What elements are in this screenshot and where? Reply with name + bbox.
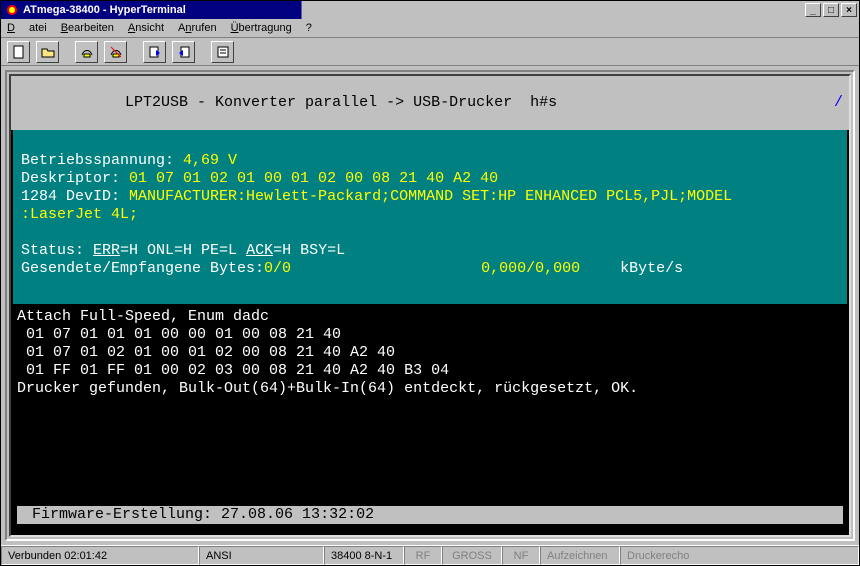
menu-bar: Datei Bearbeiten Ansicht Anrufen Übertra… — [1, 19, 859, 38]
window-title: ATmega-38400 - HyperTerminal — [23, 4, 186, 16]
descriptor-line: Deskriptor: 01 07 01 02 01 00 01 02 00 0… — [21, 170, 839, 188]
menu-anrufen[interactable]: Anrufen — [178, 22, 217, 34]
hex-line-2: 01 07 01 02 01 00 01 02 00 08 21 40 A2 4… — [17, 344, 843, 362]
term-header: LPT2USB - Konverter parallel -> USB-Druc… — [11, 76, 849, 130]
receive-button[interactable] — [172, 41, 195, 63]
status-termtype: ANSI — [199, 546, 324, 565]
terminal[interactable]: LPT2USB - Konverter parallel -> USB-Druc… — [9, 74, 851, 537]
hex-line-1: 01 07 01 01 01 00 00 01 00 08 21 40 — [17, 326, 843, 344]
status-gross: GROSS — [442, 546, 502, 565]
app-window: ATmega-38400 - HyperTerminal _ □ × Datei… — [0, 0, 860, 566]
app-icon — [5, 3, 19, 17]
connect-button[interactable] — [75, 41, 98, 63]
send-button[interactable] — [143, 41, 166, 63]
toolbar — [1, 38, 859, 66]
new-button[interactable] — [7, 41, 30, 63]
status-druckerecho: Druckerecho — [620, 546, 859, 565]
devid-line: 1284 DevID: MANUFACTURER:Hewlett-Packard… — [21, 188, 839, 206]
hex-line-3: 01 FF 01 FF 01 00 02 03 00 08 21 40 A2 4… — [17, 362, 843, 380]
found-line: Drucker gefunden, Bulk-Out(64)+Bulk-In(6… — [17, 380, 843, 398]
status-aufzeichnen: Aufzeichnen — [540, 546, 620, 565]
menu-datei[interactable]: Datei — [7, 22, 47, 34]
status-nf: NF — [502, 546, 540, 565]
voltage-line: Betriebsspannung: 4,69 V — [21, 152, 839, 170]
title-bar[interactable]: ATmega-38400 - HyperTerminal _ □ × — [1, 1, 859, 19]
disconnect-button[interactable] — [104, 41, 127, 63]
minimize-button[interactable]: _ — [805, 3, 821, 17]
menu-help[interactable]: ? — [306, 22, 312, 34]
menu-uebertragung[interactable]: Übertragung — [231, 22, 292, 34]
menu-bearbeiten[interactable]: Bearbeiten — [61, 22, 114, 34]
status-rf: RF — [404, 546, 442, 565]
open-button[interactable] — [36, 41, 59, 63]
properties-button[interactable] — [211, 41, 234, 63]
close-button[interactable]: × — [841, 3, 857, 17]
status-line: Status: ERR=H ONL=H PE=L ACK=H BSY=L — [21, 242, 839, 260]
firmware-line: Firmware-Erstellung: 27.08.06 13:32:02 — [17, 506, 843, 524]
maximize-button[interactable]: □ — [823, 3, 839, 17]
status-bar: Verbunden 02:01:42 ANSI 38400 8-N-1 RF G… — [1, 545, 859, 565]
devid-cont: :LaserJet 4L; — [21, 206, 839, 224]
status-connected: Verbunden 02:01:42 — [1, 546, 199, 565]
status-baud: 38400 8-N-1 — [324, 546, 404, 565]
client-area: LPT2USB - Konverter parallel -> USB-Druc… — [1, 66, 859, 545]
bytes-line: Gesendete/Empfangene Bytes: 0/00,000/0,0… — [21, 260, 839, 278]
attach-line: Attach Full-Speed, Enum dadc — [17, 308, 843, 326]
menu-ansicht[interactable]: Ansicht — [128, 22, 164, 34]
